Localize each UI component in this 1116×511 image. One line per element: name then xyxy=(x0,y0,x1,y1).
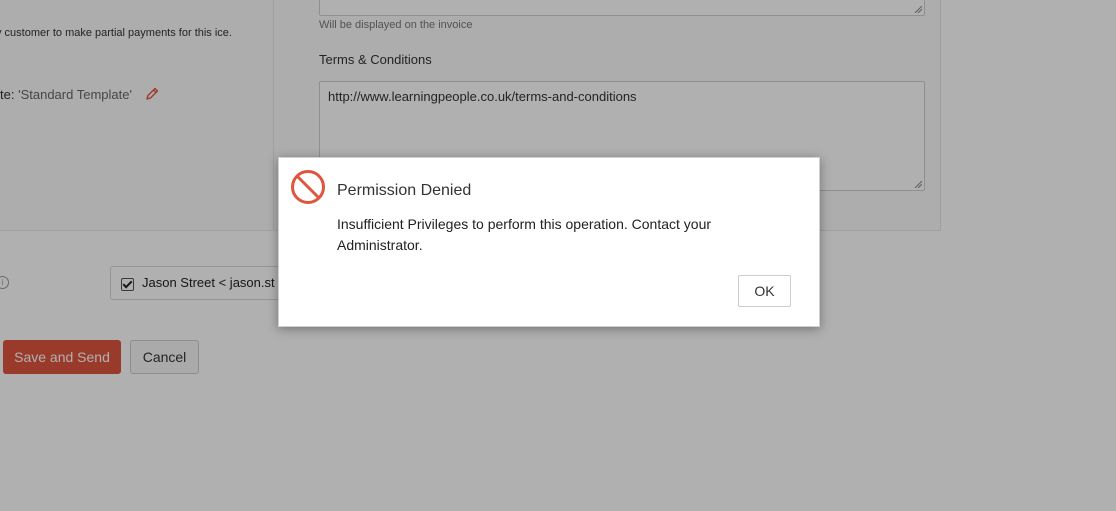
dialog-title: Permission Denied xyxy=(337,182,472,199)
permission-denied-icon xyxy=(291,170,325,204)
dialog-message: Insufficient Privileges to perform this … xyxy=(337,216,712,253)
ok-button[interactable]: OK xyxy=(738,275,791,307)
invoice-page: v customer to make partial payments for … xyxy=(0,0,1116,511)
permission-denied-dialog: Permission Denied Insufficient Privilege… xyxy=(278,157,820,327)
